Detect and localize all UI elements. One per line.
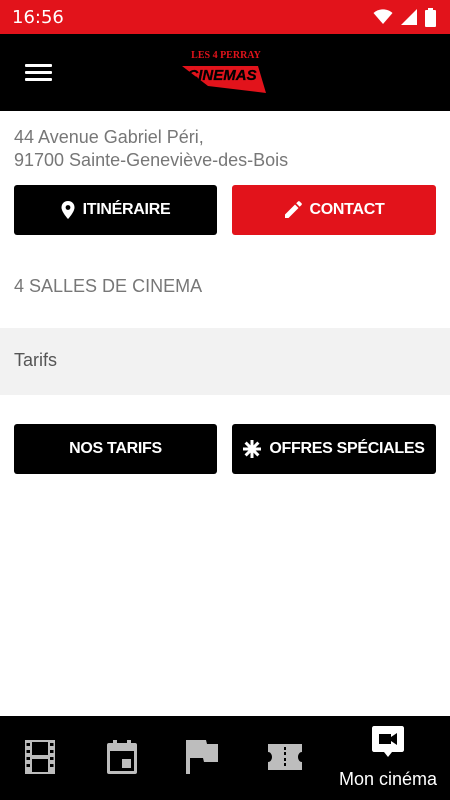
nav-item-mon-cinema[interactable]: Mon cinéma — [330, 716, 446, 800]
offres-speciales-label: OFFRES SPÉCIALES — [269, 440, 425, 457]
hamburger-line — [25, 78, 52, 81]
cinema-logo: LES 4 PERRAY CINEMAS — [182, 50, 266, 93]
salles-count-text: 4 SALLES DE CINEMA — [14, 276, 203, 296]
ticket-icon — [268, 744, 302, 770]
tarifs-section-header: Tarifs — [0, 328, 450, 395]
hamburger-menu-icon — [25, 64, 52, 67]
contact-label: CONTACT — [309, 201, 385, 218]
offres-speciales-button[interactable]: OFFRES SPÉCIALES — [232, 424, 436, 474]
nav-item-films[interactable] — [0, 716, 80, 800]
status-time: 16:56 — [12, 6, 64, 28]
status-bar: 16:56 — [0, 0, 450, 34]
calendar-icon — [107, 740, 137, 774]
nav-item-tickets[interactable] — [246, 716, 326, 800]
flag-icon — [186, 740, 218, 774]
status-icons — [373, 7, 436, 27]
tarifs-title: Tarifs — [14, 350, 58, 370]
itinerary-button[interactable]: ITINÉRAIRE — [14, 185, 217, 235]
location-pin-icon — [61, 201, 75, 219]
app-screen: 16:56 LES 4 PERRAY CINEMAS 44 Avenue Gab… — [0, 0, 450, 800]
app-bar: LES 4 PERRAY CINEMAS — [0, 34, 450, 111]
nav-item-calendar[interactable] — [82, 716, 162, 800]
menu-button[interactable] — [18, 56, 60, 90]
logo-main-text: CINEMAS — [187, 67, 256, 84]
nav-label-mon-cinema: Mon cinéma — [338, 769, 438, 789]
hamburger-line — [25, 71, 52, 74]
address-line-1: 44 Avenue Gabriel Péri, — [14, 127, 204, 147]
video-camera-icon — [372, 726, 404, 757]
nav-item-flag[interactable] — [164, 716, 244, 800]
asterisk-icon — [243, 440, 262, 458]
nos-tarifs-label: NOS TARIFS — [69, 440, 162, 457]
address-line-2: 91700 Sainte-Geneviève-des-Bois — [14, 150, 289, 170]
bottom-navigation: Mon cinéma — [0, 716, 450, 800]
itinerary-label: ITINÉRAIRE — [82, 201, 171, 218]
wifi-icon — [373, 9, 393, 24]
nos-tarifs-button[interactable]: NOS TARIFS — [14, 424, 217, 474]
logo-top-text: LES 4 PERRAY — [191, 50, 261, 61]
contact-button[interactable]: CONTACT — [232, 185, 436, 235]
signal-icon — [401, 8, 417, 25]
film-strip-icon — [25, 740, 55, 774]
cinema-address: 44 Avenue Gabriel Péri, 91700 Sainte-Gen… — [14, 126, 288, 172]
battery-icon — [425, 7, 436, 27]
pencil-icon — [284, 201, 302, 219]
